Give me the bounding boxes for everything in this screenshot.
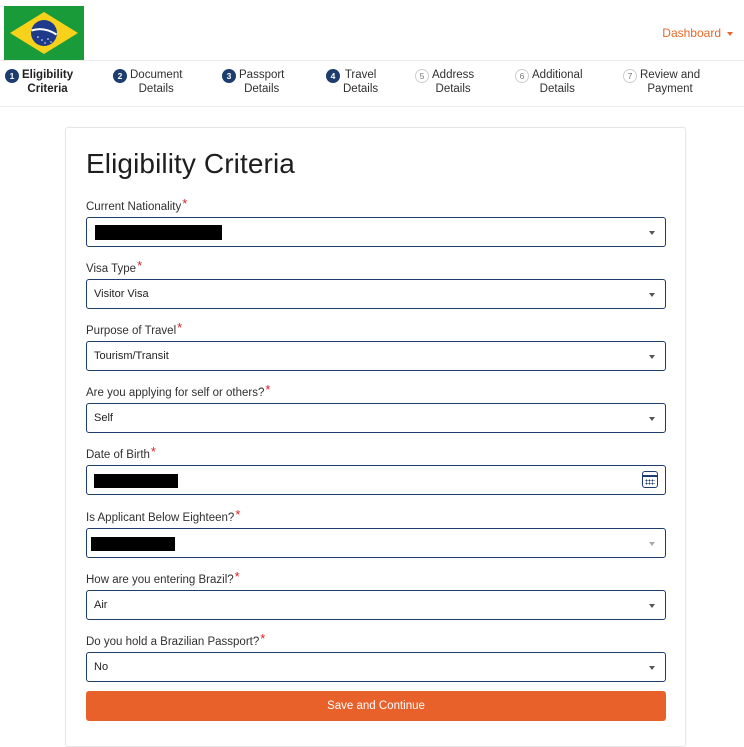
nationality-label: Current Nationality* — [86, 196, 188, 213]
redacted-value — [95, 225, 222, 240]
step-number: 1 — [5, 69, 19, 83]
purpose-select[interactable]: Tourism/Transit — [86, 341, 666, 371]
required-marker: * — [177, 320, 183, 335]
nationality-select[interactable] — [86, 217, 666, 247]
entry-mode-select[interactable]: Air — [86, 590, 666, 620]
brazilian-passport-value: No — [94, 661, 109, 673]
chevron-down-icon — [649, 293, 655, 297]
step-label: Passport Details — [239, 69, 285, 95]
step-number: 5 — [415, 69, 429, 83]
chevron-down-icon — [649, 666, 655, 670]
step-number: 7 — [623, 69, 637, 83]
required-marker: * — [235, 507, 241, 522]
step-label: Address Details — [432, 69, 475, 95]
step-document-details[interactable]: 2 Document Details — [113, 68, 182, 96]
step-number: 4 — [326, 69, 340, 83]
required-marker: * — [234, 569, 240, 584]
entry-mode-value: Air — [94, 599, 108, 611]
step-label: Document Details — [130, 69, 183, 95]
dashboard-dropdown[interactable]: Dashboard — [662, 26, 733, 40]
dob-label: Date of Birth* — [86, 444, 156, 461]
applying-for-label: Are you applying for self or others?* — [86, 382, 271, 399]
applying-for-value: Self — [94, 412, 113, 424]
brazil-flag-logo — [4, 6, 84, 60]
step-label: Eligibility Criteria — [22, 69, 74, 95]
progress-stepper: 1 Eligibility Criteria 2 Document Details … — [0, 61, 744, 107]
visa-type-value: Visitor Visa — [94, 288, 149, 300]
required-marker: * — [265, 382, 271, 397]
purpose-value: Tourism/Transit — [94, 350, 169, 362]
step-label: Travel Details — [343, 69, 379, 95]
step-address-details[interactable]: 5 Address Details — [415, 68, 474, 96]
required-marker: * — [150, 444, 156, 459]
step-number: 6 — [515, 69, 529, 83]
chevron-down-icon — [649, 542, 655, 546]
required-marker: * — [137, 258, 143, 273]
calendar-icon[interactable] — [642, 471, 658, 488]
chevron-down-icon — [727, 31, 733, 36]
required-marker: * — [260, 631, 266, 646]
visa-type-label: Visa Type* — [86, 258, 143, 275]
step-travel-details[interactable]: 4 Travel Details — [326, 68, 378, 96]
brazilian-passport-label: Do you hold a Brazilian Passport?* — [86, 631, 266, 648]
brazilian-passport-select[interactable]: No — [86, 652, 666, 682]
top-header: Dashboard — [0, 0, 744, 61]
purpose-label: Purpose of Travel* — [86, 320, 183, 337]
dashboard-label: Dashboard — [662, 26, 721, 40]
step-number: 3 — [222, 69, 236, 83]
step-number: 2 — [113, 69, 127, 83]
required-marker: * — [182, 196, 188, 211]
dob-input[interactable] — [86, 465, 666, 495]
eligibility-form-card: Eligibility Criteria Current Nationality… — [65, 127, 686, 747]
chevron-down-icon — [649, 231, 655, 235]
step-additional-details[interactable]: 6 Additional Details — [515, 68, 583, 96]
below-eighteen-label: Is Applicant Below Eighteen?* — [86, 507, 241, 524]
chevron-down-icon — [649, 604, 655, 608]
chevron-down-icon — [649, 355, 655, 359]
applying-for-select[interactable]: Self — [86, 403, 666, 433]
visa-type-select[interactable]: Visitor Visa — [86, 279, 666, 309]
save-and-continue-button[interactable]: Save and Continue — [86, 691, 666, 721]
redacted-value — [91, 537, 175, 551]
redacted-value — [94, 474, 178, 488]
chevron-down-icon — [649, 417, 655, 421]
step-passport-details[interactable]: 3 Passport Details — [222, 68, 284, 96]
step-eligibility-criteria[interactable]: 1 Eligibility Criteria — [5, 68, 73, 96]
entry-mode-label: How are you entering Brazil?* — [86, 569, 240, 586]
step-label: Additional Details — [532, 69, 583, 95]
below-eighteen-select[interactable] — [86, 528, 666, 558]
step-review-and-payment[interactable]: 7 Review and Payment — [623, 68, 700, 96]
step-label: Review and Payment — [640, 69, 701, 95]
page-title: Eligibility Criteria — [86, 148, 295, 179]
